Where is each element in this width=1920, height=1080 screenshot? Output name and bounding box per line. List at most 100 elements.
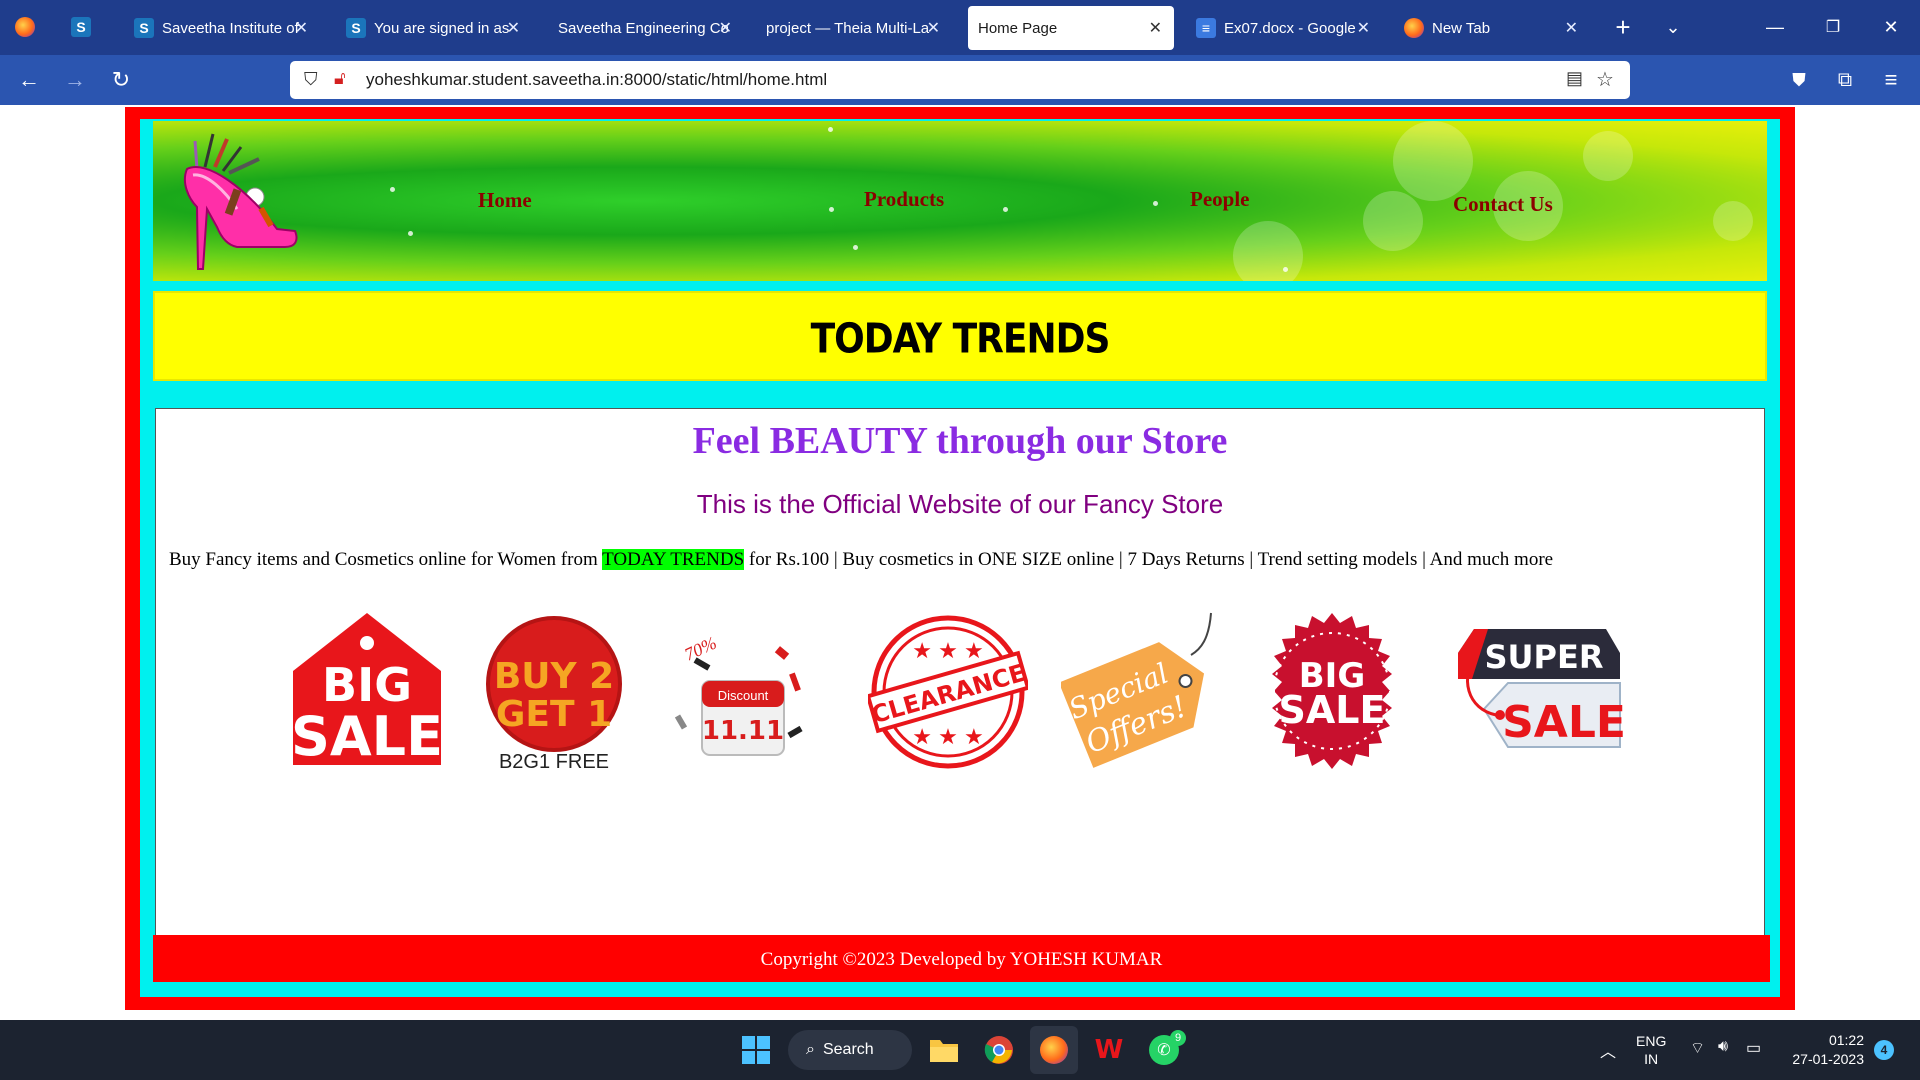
- bokeh-light: [1713, 201, 1753, 241]
- copyright-text: Copyright ©2023 Developed by YOHESH KUMA…: [760, 949, 1163, 970]
- svg-text:Discount: Discount: [718, 688, 769, 703]
- browser-tab-bar: S S Saveetha Institute of ✕ S You are si…: [0, 0, 1920, 55]
- close-tab-icon[interactable]: ✕: [1149, 18, 1162, 38]
- tagline-paragraph: Buy Fancy items and Cosmetics online for…: [169, 549, 1554, 570]
- reader-view-icon[interactable]: ▤: [1566, 68, 1583, 89]
- tab-theia-project[interactable]: project — Theia Multi-La ✕: [756, 6, 952, 50]
- browser-toolbar: ← → ↻ ⛉ 🔓︎ yoheshkumar.student.saveetha.…: [0, 55, 1920, 105]
- discount-calendar-image: 70% Discount 11.11: [674, 633, 803, 756]
- notification-count-badge[interactable]: 4: [1874, 1040, 1894, 1060]
- svg-text:SALE: SALE: [1502, 697, 1626, 748]
- sparkle-dot: [390, 187, 395, 192]
- special-offers-tag-image: Special Offers!: [1061, 612, 1212, 768]
- sparkle-dot: [828, 127, 833, 132]
- close-tab-icon[interactable]: ✕: [1565, 18, 1578, 38]
- nav-contact-us[interactable]: Contact Us: [1453, 192, 1553, 217]
- tab-google-doc[interactable]: ≡ Ex07.docx - Google ✕: [1186, 6, 1382, 50]
- reload-icon[interactable]: ↻: [106, 65, 136, 95]
- sparkle-dot: [829, 207, 834, 212]
- page-heading: Feel BEAUTY through our Store: [692, 420, 1228, 462]
- buy2-get1-badge-image: BUY 2 GET 1 B2G1 FREE: [486, 616, 622, 773]
- close-tab-icon[interactable]: ✕: [1357, 18, 1370, 38]
- today-trends-banner: TODAY TRENDS: [153, 291, 1767, 381]
- bookmark-star-icon[interactable]: ☆: [1596, 67, 1614, 92]
- clock[interactable]: 01:22 27-01-2023: [1780, 1031, 1864, 1069]
- insecure-lock-icon[interactable]: 🔓︎: [334, 68, 346, 89]
- back-arrow-icon[interactable]: ←: [14, 65, 44, 95]
- saveetha-s-icon: S: [134, 18, 154, 38]
- close-tab-icon[interactable]: ✕: [719, 18, 732, 38]
- taskbar-search[interactable]: ⌕ Search: [788, 1030, 912, 1070]
- banner-title: TODAY TRENDS: [810, 315, 1111, 364]
- new-tab-plus-icon[interactable]: +: [1608, 12, 1638, 42]
- address-bar[interactable]: ⛉ 🔓︎ yoheshkumar.student.saveetha.in:800…: [290, 61, 1630, 99]
- big-sale-tag-image: BIG SALE: [291, 613, 443, 768]
- svg-text:★ ★ ★: ★ ★ ★: [912, 638, 983, 663]
- big-sale-seal-image: BIG SALE: [1272, 613, 1392, 769]
- main-content: Feel BEAUTY through our Store This is th…: [155, 408, 1765, 938]
- bokeh-light: [1363, 191, 1423, 251]
- page-footer: Copyright ©2023 Developed by YOHESH KUMA…: [153, 935, 1770, 982]
- svg-text:★ ★ ★: ★ ★ ★: [912, 724, 983, 749]
- close-tab-icon[interactable]: ✕: [927, 18, 940, 38]
- nav-products[interactable]: Products: [864, 187, 944, 212]
- saveetha-s-icon: S: [346, 18, 366, 38]
- language-indicator[interactable]: ENG IN: [1636, 1032, 1666, 1068]
- url-text[interactable]: yoheshkumar.student.saveetha.in:8000/sta…: [366, 70, 827, 90]
- high-heel-cosmetics-logo[interactable]: [167, 129, 307, 279]
- page-viewport: Home Products People Contact Us TODAY TR…: [0, 105, 1920, 1020]
- forward-arrow-icon[interactable]: →: [60, 65, 90, 95]
- nav-home[interactable]: Home: [478, 188, 532, 213]
- tab-signed-in[interactable]: S You are signed in as ✕: [336, 6, 532, 50]
- sparkle-dot: [1003, 207, 1008, 212]
- svg-text:SALE: SALE: [1279, 688, 1386, 732]
- google-docs-icon: ≡: [1196, 18, 1216, 38]
- super-sale-tag-image: SUPER SALE: [1458, 629, 1626, 748]
- firefox-taskbar-icon[interactable]: [1030, 1026, 1078, 1074]
- hamburger-menu-icon[interactable]: ≡: [1876, 65, 1906, 95]
- svg-text:GET 1: GET 1: [496, 694, 612, 735]
- svg-text:BIG: BIG: [322, 658, 412, 712]
- windows-start-icon[interactable]: [732, 1026, 780, 1074]
- header-banner: Home Products People Contact Us: [153, 121, 1767, 281]
- page-subheading: This is the Official Website of our Fanc…: [696, 489, 1224, 519]
- svg-text:BUY 2: BUY 2: [494, 656, 614, 697]
- firefox-icon: [1404, 18, 1424, 38]
- svg-text:11.11: 11.11: [702, 716, 784, 746]
- wps-office-icon[interactable]: W: [1085, 1026, 1133, 1074]
- pinned-tab-saveetha-icon[interactable]: S: [68, 14, 94, 40]
- close-tab-icon[interactable]: ✕: [295, 18, 308, 38]
- sparkle-dot: [1153, 201, 1158, 206]
- close-tab-icon[interactable]: ✕: [507, 18, 520, 38]
- sparkle-dot: [853, 245, 858, 250]
- list-all-tabs-chevron-icon[interactable]: ⌄: [1658, 12, 1688, 42]
- bokeh-light: [1393, 121, 1473, 201]
- sparkle-dot: [408, 231, 413, 236]
- tab-saveetha-institute[interactable]: S Saveetha Institute of ✕: [124, 6, 320, 50]
- whatsapp-unread-badge: 9: [1170, 1030, 1186, 1046]
- windows-taskbar: ⌕ Search W ✆ 9 ︿ ENG IN ⌔ 🔊︎ ▭ 01:22 27-…: [0, 1020, 1920, 1080]
- close-window-icon[interactable]: ✕: [1876, 12, 1906, 42]
- nav-people[interactable]: People: [1190, 187, 1249, 212]
- search-icon: ⌕: [806, 1041, 815, 1058]
- volume-icon[interactable]: 🔊︎: [1718, 1038, 1728, 1056]
- pocket-icon[interactable]: ⛊: [1784, 65, 1814, 95]
- tracking-protection-shield-icon[interactable]: ⛉: [304, 69, 318, 90]
- tab-new-tab[interactable]: New Tab ✕: [1394, 6, 1590, 50]
- clearance-stamp-image: ★ ★ ★ ★ ★ ★ CLEARANCE: [868, 615, 1028, 769]
- battery-icon[interactable]: ▭: [1746, 1038, 1761, 1058]
- wifi-icon[interactable]: ⌔: [1690, 1038, 1705, 1058]
- show-hidden-icons-chevron-icon[interactable]: ︿: [1600, 1038, 1616, 1062]
- svg-text:B2G1 FREE: B2G1 FREE: [499, 751, 609, 773]
- minimize-icon[interactable]: —: [1760, 12, 1790, 42]
- extensions-puzzle-icon[interactable]: ⧉: [1830, 65, 1860, 95]
- tab-home-page[interactable]: Home Page ✕: [968, 6, 1174, 50]
- chrome-icon[interactable]: [975, 1026, 1023, 1074]
- bokeh-light: [1583, 131, 1633, 181]
- firefox-menu-icon[interactable]: [10, 12, 40, 42]
- tab-saveetha-engineering[interactable]: Saveetha Engineering Co ✕: [548, 6, 744, 50]
- whatsapp-icon[interactable]: ✆ 9: [1140, 1026, 1188, 1074]
- svg-text:SALE: SALE: [291, 705, 443, 768]
- restore-icon[interactable]: ❐: [1818, 12, 1848, 42]
- file-explorer-icon[interactable]: [920, 1026, 968, 1074]
